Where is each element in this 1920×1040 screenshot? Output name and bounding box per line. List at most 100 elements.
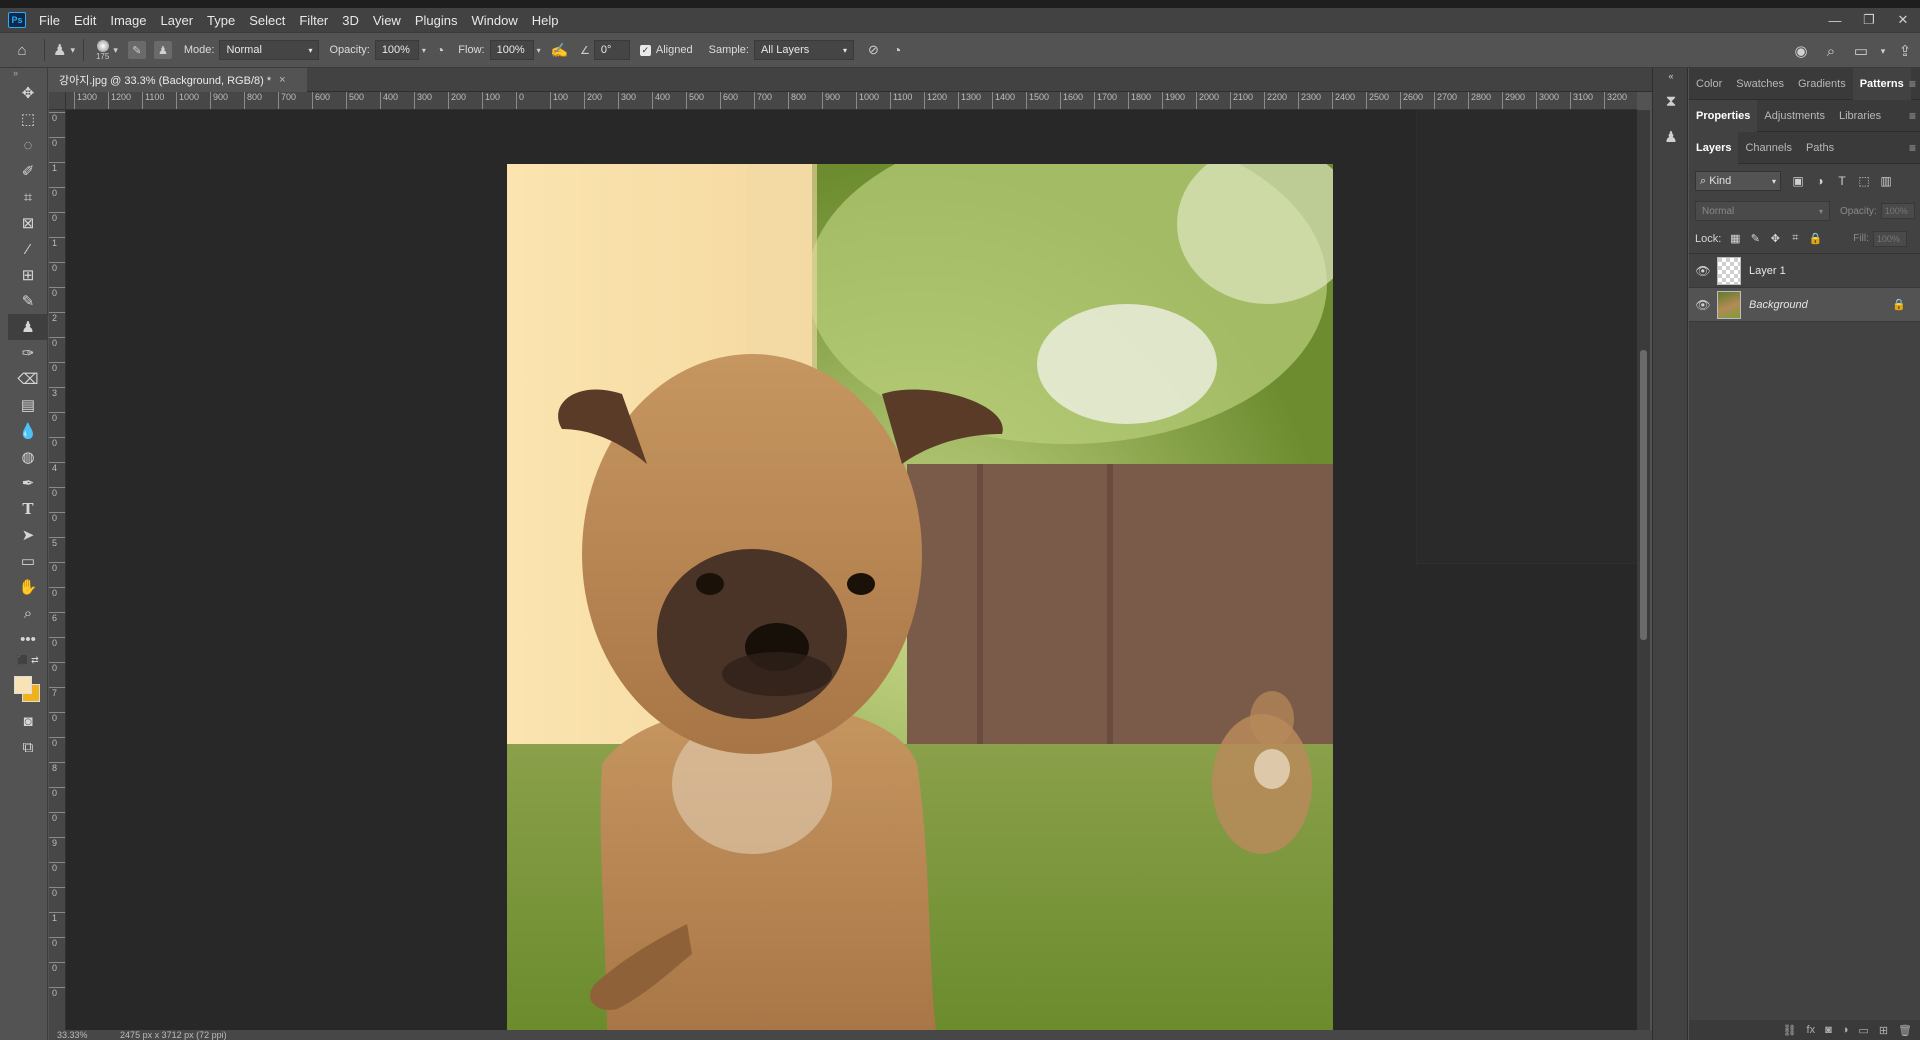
lock-image-icon[interactable]: ✎: [1745, 229, 1765, 249]
tab-adjustments[interactable]: Adjustments: [1757, 100, 1832, 132]
tab-channels[interactable]: Channels: [1738, 132, 1798, 164]
panel-menu-icon[interactable]: ≡: [1909, 77, 1916, 91]
menu-plugins[interactable]: Plugins: [408, 13, 465, 28]
workspace-icon[interactable]: ▭: [1846, 42, 1876, 60]
opacity-input[interactable]: 100%: [374, 40, 419, 60]
menu-file[interactable]: File: [32, 13, 67, 28]
angle-input[interactable]: 0°: [593, 40, 630, 60]
learn-icon[interactable]: ◉: [1786, 42, 1816, 60]
menu-filter[interactable]: Filter: [292, 13, 335, 28]
add-mask-icon[interactable]: ◙: [1825, 1024, 1832, 1036]
lasso-tool-icon[interactable]: ◌: [8, 132, 48, 158]
tab-libraries[interactable]: Libraries: [1832, 100, 1888, 132]
filter-type-icon[interactable]: T: [1831, 174, 1853, 188]
crop-tool-icon[interactable]: ⌗: [8, 184, 48, 210]
filter-adjustment-icon[interactable]: ◑: [1809, 174, 1831, 188]
rectangle-tool-icon[interactable]: ▭: [8, 548, 48, 574]
filter-smart-object-icon[interactable]: ▥: [1875, 174, 1897, 188]
flow-slider-chevron-icon[interactable]: ▾: [537, 46, 541, 55]
brush-tool-icon[interactable]: ✎: [8, 288, 48, 314]
mode-select[interactable]: Normal ▾: [219, 40, 320, 60]
hand-tool-icon[interactable]: ✋: [8, 574, 48, 600]
lock-transparent-icon[interactable]: ▦: [1725, 229, 1745, 249]
menu-edit[interactable]: Edit: [67, 13, 103, 28]
sample-select[interactable]: All Layers ▾: [753, 40, 854, 60]
clone-stamp-tool-icon[interactable]: ♟: [8, 314, 48, 340]
tab-properties[interactable]: Properties: [1689, 99, 1758, 132]
close-tab-icon[interactable]: ×: [279, 74, 285, 86]
delete-layer-icon[interactable]: 🗑: [1898, 1024, 1912, 1037]
brush-settings-icon[interactable]: ✎: [127, 41, 146, 59]
fill-input[interactable]: 100%: [1872, 230, 1907, 247]
panel-menu-icon[interactable]: ≡: [1909, 141, 1916, 155]
quick-selection-tool-icon[interactable]: ✐: [8, 158, 48, 184]
tab-layers[interactable]: Layers: [1689, 131, 1739, 164]
dodge-tool-icon[interactable]: ◍: [8, 444, 48, 470]
pressure-size-icon[interactable]: ◔: [893, 42, 901, 58]
pressure-opacity-icon[interactable]: ◔: [436, 42, 444, 58]
layer-opacity-input[interactable]: 100%: [1880, 203, 1915, 219]
more-tools-icon[interactable]: •••: [8, 626, 48, 652]
frame-tool-icon[interactable]: ⊠: [8, 210, 48, 236]
restore-button[interactable]: ❐: [1852, 12, 1886, 28]
chevron-down-icon[interactable]: ▾: [70, 45, 75, 56]
gradient-tool-icon[interactable]: ▤: [8, 392, 48, 418]
zoom-readout[interactable]: 33.33%: [57, 1030, 88, 1040]
quick-mask-icon[interactable]: ◙: [8, 708, 48, 734]
document-image[interactable]: [507, 164, 1333, 1030]
menu-type[interactable]: Type: [200, 13, 242, 28]
clone-source-icon[interactable]: ♟: [153, 41, 172, 59]
type-tool-icon[interactable]: T: [8, 496, 48, 522]
menu-window[interactable]: Window: [464, 13, 524, 28]
minimize-button[interactable]: —: [1818, 13, 1852, 28]
clone-stamp-preset-icon[interactable]: ♟: [53, 41, 66, 59]
lock-all-icon[interactable]: 🔒: [1805, 229, 1825, 249]
fx-icon[interactable]: fx: [1807, 1024, 1816, 1036]
menu-select[interactable]: Select: [242, 13, 292, 28]
vertical-ruler[interactable]: 0 0 1 0 0 1 0 0 2 0 0 3 0 0 4 0 0 5 0 0 6 0 0 7 0 0 8 0 0 9 0 0 1 0 0 0: [49, 110, 66, 1030]
move-tool-icon[interactable]: ✥: [8, 80, 48, 106]
tab-swatches[interactable]: Swatches: [1729, 68, 1791, 100]
filter-pixel-icon[interactable]: ▣: [1787, 174, 1809, 188]
foreground-color-swatch[interactable]: [14, 676, 32, 694]
share-icon[interactable]: ⇪: [1890, 42, 1920, 60]
flow-input[interactable]: 100%: [489, 40, 534, 60]
adjustment-layer-icon[interactable]: ◑: [1842, 1024, 1849, 1036]
workspace-chevron-icon[interactable]: ▾: [1876, 46, 1890, 57]
menu-help[interactable]: Help: [525, 13, 566, 28]
new-group-icon[interactable]: ▭: [1858, 1024, 1868, 1037]
horizontal-ruler[interactable]: 1300 1200 1100 1000 900 800 700 600 500 400 300 200…: [66, 92, 1637, 110]
eraser-tool-icon[interactable]: ⌫: [8, 366, 48, 392]
spot-healing-tool-icon[interactable]: ⊞: [8, 262, 48, 288]
airbrush-icon[interactable]: ✍: [551, 42, 568, 59]
menu-layer[interactable]: Layer: [154, 13, 201, 28]
vertical-scrollbar[interactable]: [1637, 110, 1650, 1030]
lock-artboard-icon[interactable]: ⌗: [1785, 229, 1805, 249]
filter-shape-icon[interactable]: ⬚: [1853, 174, 1875, 188]
panel-menu-icon[interactable]: ≡: [1909, 109, 1916, 123]
ignore-adjustment-layers-icon[interactable]: ⊘: [868, 42, 879, 58]
layer-row[interactable]: 👁 Background 🔒: [1689, 288, 1920, 322]
path-selection-tool-icon[interactable]: ➤: [8, 522, 48, 548]
history-brush-tool-icon[interactable]: ✑: [8, 340, 48, 366]
home-icon[interactable]: ⌂: [8, 42, 36, 59]
eyedropper-tool-icon[interactable]: ⁄: [8, 236, 48, 262]
menu-3d[interactable]: 3D: [335, 13, 366, 28]
ruler-origin[interactable]: [49, 92, 66, 110]
menu-view[interactable]: View: [366, 13, 408, 28]
scroll-thumb[interactable]: [1640, 350, 1647, 640]
tab-paths[interactable]: Paths: [1799, 132, 1841, 164]
layer-row[interactable]: 👁 Layer 1: [1689, 254, 1920, 288]
link-layers-icon[interactable]: ⛓: [1783, 1024, 1797, 1037]
photoshop-logo-icon[interactable]: Ps: [8, 12, 26, 28]
aligned-checkbox[interactable]: ✓: [639, 44, 651, 56]
menu-image[interactable]: Image: [103, 13, 153, 28]
lock-icon[interactable]: 🔒: [1892, 298, 1906, 311]
collapse-tools-icon[interactable]: »: [8, 68, 47, 80]
kind-filter-select[interactable]: ⌕ Kind ▾: [1695, 171, 1781, 191]
brush-tip-icon[interactable]: [96, 39, 109, 52]
tab-patterns[interactable]: Patterns: [1852, 67, 1911, 100]
tab-gradients[interactable]: Gradients: [1791, 68, 1853, 100]
swap-colors-icon[interactable]: ⬛ ⇄: [8, 652, 48, 668]
document-tab[interactable]: 강아지.jpg @ 33.3% (Background, RGB/8) * ×: [49, 68, 307, 92]
